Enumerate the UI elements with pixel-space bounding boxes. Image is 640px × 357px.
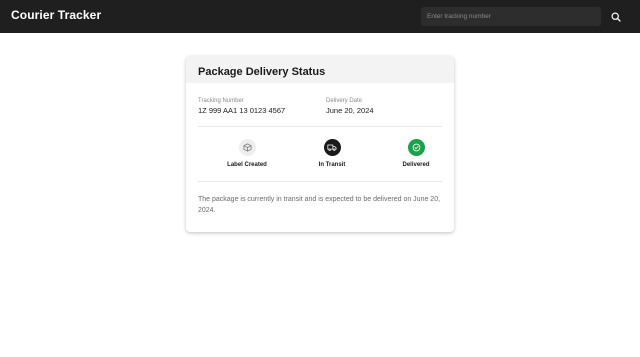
card-title: Package Delivery Status xyxy=(198,66,326,78)
top-navbar: Courier Tracker xyxy=(0,0,640,33)
step-in-transit: In Transit xyxy=(297,139,367,168)
status-message: The package is currently in transit and … xyxy=(198,196,441,214)
card-header: Package Delivery Status xyxy=(186,56,454,83)
truck-icon xyxy=(323,139,341,156)
delivery-date-value: June 20, 2024 xyxy=(326,106,374,115)
card-body: Tracking Number 1Z 999 AA1 13 0123 4567 … xyxy=(186,83,454,216)
tracking-number-label: Tracking Number xyxy=(198,98,244,104)
tracking-search-input[interactable] xyxy=(421,7,601,26)
shipment-info-row: Tracking Number 1Z 999 AA1 13 0123 4567 … xyxy=(198,83,442,127)
check-circle-icon xyxy=(407,139,425,156)
search-icon xyxy=(611,12,621,22)
box-icon xyxy=(238,139,256,156)
step-label: Label Created xyxy=(227,162,267,168)
step-delivered: Delivered xyxy=(381,139,451,168)
delivery-status-card: Package Delivery Status Tracking Number … xyxy=(186,56,454,232)
tracking-number-value: 1Z 999 AA1 13 0123 4567 xyxy=(198,106,286,115)
step-label: Delivered xyxy=(402,162,430,168)
brand-title[interactable]: Courier Tracker xyxy=(11,8,101,22)
progress-steps: Label Created In Transit Delivered xyxy=(198,127,442,182)
delivery-date-field: Delivery Date June 20, 2024 xyxy=(326,98,374,115)
search-button[interactable] xyxy=(608,9,624,25)
tracking-number-field: Tracking Number 1Z 999 AA1 13 0123 4567 xyxy=(198,98,285,115)
step-label-created: Label Created xyxy=(212,139,282,168)
delivery-date-label: Delivery Date xyxy=(326,98,363,104)
step-label: In Transit xyxy=(318,162,346,168)
